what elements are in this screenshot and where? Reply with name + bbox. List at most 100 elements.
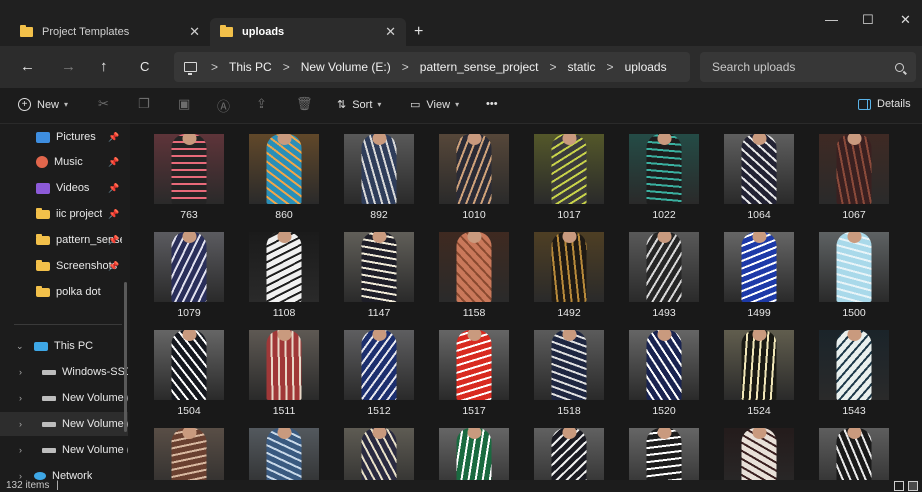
file-item[interactable]: 860 — [237, 126, 331, 221]
file-item[interactable]: 1517 — [427, 322, 521, 417]
sidebar-item-this-pc[interactable]: ⌄ This PC — [0, 334, 128, 358]
details-button[interactable]: Details — [858, 98, 911, 110]
file-item[interactable]: 1064 — [712, 126, 806, 221]
tab-label: Project Templates — [42, 26, 130, 38]
file-item[interactable]: 763 — [142, 126, 236, 221]
chevron-right-icon[interactable]: › — [19, 419, 22, 429]
file-item[interactable] — [237, 420, 331, 480]
view-label: View — [426, 98, 451, 111]
file-item[interactable]: 1512 — [332, 322, 426, 417]
file-item[interactable] — [712, 420, 806, 480]
delete-icon[interactable]: 🗑 — [296, 96, 313, 112]
file-item[interactable]: 1017 — [522, 126, 616, 221]
address-bar[interactable]: > This PC > New Volume (E:) > pattern_se… — [174, 52, 690, 82]
file-item[interactable]: 1493 — [617, 224, 711, 319]
sidebar-item-label: This PC — [54, 340, 94, 352]
close-window-button[interactable]: ✕ — [900, 12, 911, 28]
maximize-button[interactable]: ☐ — [862, 12, 874, 28]
file-item[interactable]: 1500 — [807, 224, 901, 319]
sidebar-item-iic-project[interactable]: iic project 📌 — [0, 202, 128, 226]
file-item[interactable]: 1520 — [617, 322, 711, 417]
file-item[interactable] — [522, 420, 616, 480]
tab-project-templates[interactable]: Project Templates ✕ — [10, 18, 210, 46]
rename-icon[interactable]: Ⓐ — [217, 96, 230, 115]
file-item[interactable]: 1022 — [617, 126, 711, 221]
file-item[interactable]: 1524 — [712, 322, 806, 417]
image-thumbnail — [724, 232, 794, 302]
new-button[interactable]: + New ▾ — [18, 98, 68, 111]
sort-button[interactable]: ⇅ Sort ▾ — [337, 98, 381, 112]
image-thumbnail — [629, 330, 699, 400]
breadcrumb-uploads[interactable]: uploads — [625, 60, 667, 74]
file-item[interactable] — [332, 420, 426, 480]
file-item[interactable]: 1543 — [807, 322, 901, 417]
back-button[interactable]: ← — [20, 58, 35, 75]
thumbnail-view-toggle[interactable] — [908, 481, 918, 491]
file-item[interactable] — [427, 420, 521, 480]
image-thumbnail — [629, 134, 699, 204]
file-item[interactable]: 1518 — [522, 322, 616, 417]
file-item[interactable]: 1158 — [427, 224, 521, 319]
sidebar-item-videos[interactable]: Videos 📌 — [0, 176, 128, 200]
drive-icon — [42, 447, 56, 453]
view-button[interactable]: ▭ View ▾ — [410, 98, 459, 112]
chevron-right-icon[interactable]: › — [19, 471, 22, 480]
file-item[interactable]: 892 — [332, 126, 426, 221]
file-item[interactable]: 1079 — [142, 224, 236, 319]
share-icon[interactable]: ⇪ — [256, 96, 267, 112]
file-item[interactable]: 1010 — [427, 126, 521, 221]
sidebar-item-pattern-sense[interactable]: pattern_sense 📌 — [0, 228, 128, 252]
file-item[interactable] — [807, 420, 901, 480]
file-item[interactable]: 1504 — [142, 322, 236, 417]
forward-button[interactable]: → — [61, 58, 76, 75]
file-item[interactable] — [617, 420, 711, 480]
breadcrumb-static[interactable]: static — [568, 60, 596, 74]
breadcrumb-new-volume[interactable]: New Volume (E:) — [301, 60, 391, 74]
dress-figure — [266, 428, 302, 480]
up-button[interactable]: ↑ — [100, 58, 108, 75]
file-item[interactable]: 1147 — [332, 224, 426, 319]
search-input[interactable]: Search uploads — [700, 52, 916, 82]
sidebar-item-music[interactable]: Music 📌 — [0, 150, 128, 174]
refresh-button[interactable]: C — [140, 59, 149, 74]
sidebar-item-windows-ssd[interactable]: › Windows-SSD — [0, 360, 128, 384]
file-item[interactable]: 1067 — [807, 126, 901, 221]
file-item[interactable]: 1499 — [712, 224, 806, 319]
dress-figure — [646, 428, 682, 480]
sidebar-item-network[interactable]: › Network — [0, 464, 128, 480]
file-item[interactable]: 1492 — [522, 224, 616, 319]
chevron-right-icon[interactable]: › — [19, 445, 22, 455]
sidebar-item-polka-dot[interactable]: polka dot — [0, 280, 128, 304]
copy-icon[interactable]: ❐ — [138, 96, 150, 112]
chevron-down-icon[interactable]: ⌄ — [16, 341, 24, 352]
sidebar-item-pictures[interactable]: Pictures 📌 — [0, 125, 128, 149]
close-tab-icon[interactable]: ✕ — [385, 24, 396, 40]
status-separator: | — [56, 480, 59, 491]
sidebar-item-new-volume-2[interactable]: › New Volume (I — [0, 412, 128, 436]
close-tab-icon[interactable]: ✕ — [189, 24, 200, 40]
dress-figure — [646, 330, 682, 400]
sidebar-scrollbar[interactable] — [124, 282, 127, 432]
paste-icon[interactable]: ▣ — [178, 96, 190, 112]
more-options-button[interactable]: ••• — [486, 98, 498, 110]
file-item[interactable] — [142, 420, 236, 480]
cut-icon[interactable]: ✂ — [98, 96, 109, 112]
details-view-toggle[interactable] — [894, 481, 904, 491]
new-tab-button[interactable]: + — [414, 23, 423, 41]
breadcrumb-pattern-sense-project[interactable]: pattern_sense_project — [420, 60, 539, 74]
sidebar-item-new-volume-1[interactable]: › New Volume (I — [0, 386, 128, 410]
sidebar-item-new-volume-3[interactable]: › New Volume (I — [0, 438, 128, 462]
sidebar-divider — [14, 324, 122, 325]
file-item[interactable]: 1108 — [237, 224, 331, 319]
tab-uploads[interactable]: uploads ✕ — [210, 18, 406, 46]
sidebar-item-screenshots[interactable]: Screenshots 📌 — [0, 254, 128, 278]
file-item[interactable]: 1511 — [237, 322, 331, 417]
dress-figure — [456, 232, 492, 302]
file-name: 1079 — [177, 307, 201, 319]
chevron-right-icon[interactable]: › — [19, 367, 22, 377]
breadcrumb-this-pc[interactable]: This PC — [229, 60, 272, 74]
chevron-right-icon[interactable]: › — [19, 393, 22, 403]
minimize-button[interactable]: — — [825, 12, 838, 27]
dress-figure — [836, 428, 872, 480]
sort-label: Sort — [352, 98, 373, 111]
